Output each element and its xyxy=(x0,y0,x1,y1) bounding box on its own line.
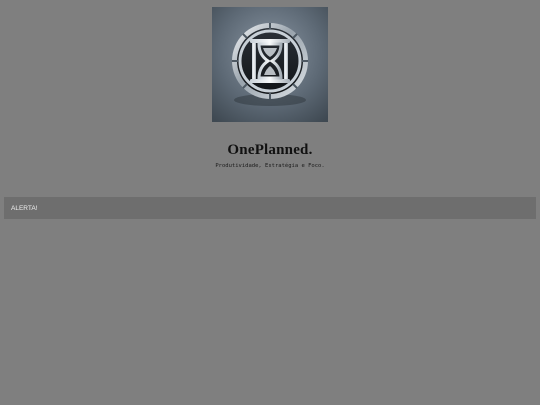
brand-title: OnePlanned. xyxy=(227,142,313,158)
alert-label: ALERTA! xyxy=(11,204,38,212)
brand-subtitle: Produtividade, Estratégia e Foco. xyxy=(215,163,325,169)
hourglass-logo-icon xyxy=(212,7,328,122)
alert-bar[interactable]: ALERTA! xyxy=(4,197,536,219)
